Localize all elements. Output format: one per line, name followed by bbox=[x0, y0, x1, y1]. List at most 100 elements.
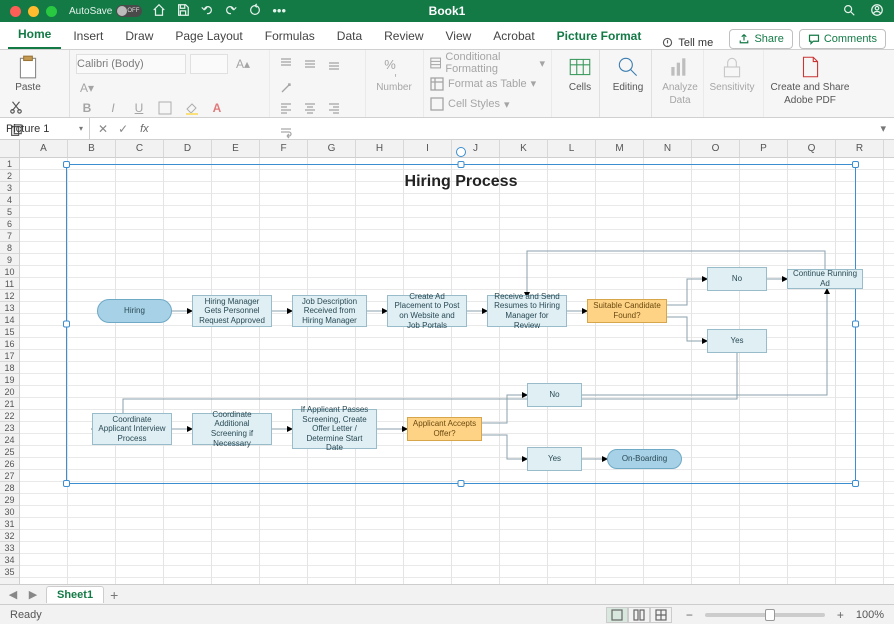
col-header[interactable]: Q bbox=[788, 140, 836, 157]
save-icon[interactable] bbox=[176, 3, 190, 20]
row-header[interactable]: 20 bbox=[0, 386, 19, 398]
row-header[interactable]: 10 bbox=[0, 266, 19, 278]
row-header[interactable]: 25 bbox=[0, 446, 19, 458]
col-header[interactable]: B bbox=[68, 140, 116, 157]
tab-view[interactable]: View bbox=[436, 23, 482, 49]
row-header[interactable]: 13 bbox=[0, 302, 19, 314]
view-page-break-icon[interactable] bbox=[650, 607, 672, 623]
tab-review[interactable]: Review bbox=[374, 23, 433, 49]
paste-button[interactable]: Paste bbox=[6, 54, 50, 93]
tab-page-layout[interactable]: Page Layout bbox=[165, 23, 252, 49]
row-header[interactable]: 31 bbox=[0, 518, 19, 530]
wrap-text-icon[interactable] bbox=[276, 122, 296, 142]
tab-draw[interactable]: Draw bbox=[115, 23, 163, 49]
decrease-font-icon[interactable]: A▾ bbox=[76, 78, 98, 98]
name-box[interactable]: Picture 1▾ bbox=[0, 118, 90, 139]
undo-icon[interactable] bbox=[200, 3, 214, 20]
resize-handle[interactable] bbox=[63, 480, 70, 487]
home-icon[interactable] bbox=[152, 3, 166, 20]
col-header[interactable]: P bbox=[740, 140, 788, 157]
increase-font-icon[interactable]: A▴ bbox=[232, 54, 254, 74]
row-header[interactable]: 35 bbox=[0, 566, 19, 578]
tab-formulas[interactable]: Formulas bbox=[255, 23, 325, 49]
italic-button[interactable]: I bbox=[102, 98, 124, 118]
bold-button[interactable]: B bbox=[76, 98, 98, 118]
row-header[interactable]: 4 bbox=[0, 194, 19, 206]
resize-handle[interactable] bbox=[852, 480, 859, 487]
tab-acrobat[interactable]: Acrobat bbox=[483, 23, 544, 49]
resize-handle[interactable] bbox=[63, 321, 70, 328]
font-name-select[interactable] bbox=[76, 54, 186, 74]
zoom-out-button[interactable]: − bbox=[682, 608, 697, 622]
row-header[interactable]: 28 bbox=[0, 482, 19, 494]
refresh-icon[interactable] bbox=[248, 3, 262, 20]
col-header[interactable]: F bbox=[260, 140, 308, 157]
zoom-in-button[interactable]: + bbox=[833, 608, 848, 622]
row-header[interactable]: 2 bbox=[0, 170, 19, 182]
expand-formula-bar-icon[interactable]: ▾ bbox=[872, 122, 894, 135]
row-header[interactable]: 17 bbox=[0, 350, 19, 362]
row-header[interactable]: 11 bbox=[0, 278, 19, 290]
resize-handle[interactable] bbox=[63, 161, 70, 168]
cells-area[interactable]: Hiring Process bbox=[20, 158, 894, 584]
row-header[interactable]: 29 bbox=[0, 494, 19, 506]
enter-formula-icon[interactable]: ✓ bbox=[118, 122, 128, 136]
format-as-table-button[interactable]: Format as Table ▾ bbox=[430, 75, 545, 93]
align-top-icon[interactable] bbox=[276, 54, 296, 74]
col-header[interactable]: L bbox=[548, 140, 596, 157]
row-header[interactable]: 24 bbox=[0, 434, 19, 446]
sheet-tab[interactable]: Sheet1 bbox=[46, 586, 104, 603]
fill-color-button[interactable] bbox=[180, 98, 202, 118]
close-window[interactable] bbox=[10, 6, 21, 17]
redo-icon[interactable] bbox=[224, 3, 238, 20]
resize-handle[interactable] bbox=[852, 321, 859, 328]
comments-button[interactable]: Comments bbox=[799, 29, 886, 49]
col-header[interactable]: C bbox=[116, 140, 164, 157]
row-header[interactable]: 9 bbox=[0, 254, 19, 266]
minimize-window[interactable] bbox=[28, 6, 39, 17]
col-header[interactable]: R bbox=[836, 140, 884, 157]
col-header[interactable]: M bbox=[596, 140, 644, 157]
resize-handle[interactable] bbox=[852, 161, 859, 168]
row-header[interactable]: 5 bbox=[0, 206, 19, 218]
zoom-window[interactable] bbox=[46, 6, 57, 17]
row-header[interactable]: 3 bbox=[0, 182, 19, 194]
col-header[interactable]: N bbox=[644, 140, 692, 157]
tab-picture-format[interactable]: Picture Format bbox=[547, 23, 652, 49]
picture-selection[interactable]: Hiring Process bbox=[66, 164, 856, 484]
row-header[interactable]: 14 bbox=[0, 314, 19, 326]
cancel-formula-icon[interactable]: ✕ bbox=[98, 122, 108, 136]
view-page-layout-icon[interactable] bbox=[628, 607, 650, 623]
row-header[interactable]: 15 bbox=[0, 326, 19, 338]
col-header[interactable]: I bbox=[404, 140, 452, 157]
row-header[interactable]: 8 bbox=[0, 242, 19, 254]
row-header[interactable]: 30 bbox=[0, 506, 19, 518]
row-header[interactable]: 18 bbox=[0, 362, 19, 374]
tab-data[interactable]: Data bbox=[327, 23, 372, 49]
align-left-icon[interactable] bbox=[276, 98, 296, 118]
underline-button[interactable]: U bbox=[128, 98, 150, 118]
rotate-handle[interactable] bbox=[456, 147, 466, 157]
row-header[interactable]: 22 bbox=[0, 410, 19, 422]
align-middle-icon[interactable] bbox=[300, 54, 320, 74]
worksheet-grid[interactable]: A B C D E F G H I J K L M N O P Q R 1234… bbox=[0, 140, 894, 584]
col-header[interactable]: A bbox=[20, 140, 68, 157]
account-icon[interactable] bbox=[870, 3, 884, 20]
font-color-button[interactable]: A bbox=[206, 98, 228, 118]
search-icon[interactable] bbox=[842, 3, 856, 20]
row-header[interactable]: 7 bbox=[0, 230, 19, 242]
cut-icon[interactable] bbox=[6, 97, 26, 117]
col-header[interactable]: O bbox=[692, 140, 740, 157]
row-header[interactable]: 33 bbox=[0, 542, 19, 554]
row-header[interactable]: 19 bbox=[0, 374, 19, 386]
row-header[interactable]: 23 bbox=[0, 422, 19, 434]
orientation-icon[interactable] bbox=[276, 78, 296, 98]
sensitivity-button[interactable]: Sensitivity bbox=[710, 54, 754, 93]
col-header[interactable]: E bbox=[212, 140, 260, 157]
row-header[interactable]: 6 bbox=[0, 218, 19, 230]
align-right-icon[interactable] bbox=[324, 98, 344, 118]
col-header[interactable]: H bbox=[356, 140, 404, 157]
share-button[interactable]: Share bbox=[729, 29, 792, 49]
row-header[interactable]: 26 bbox=[0, 458, 19, 470]
col-header[interactable]: G bbox=[308, 140, 356, 157]
